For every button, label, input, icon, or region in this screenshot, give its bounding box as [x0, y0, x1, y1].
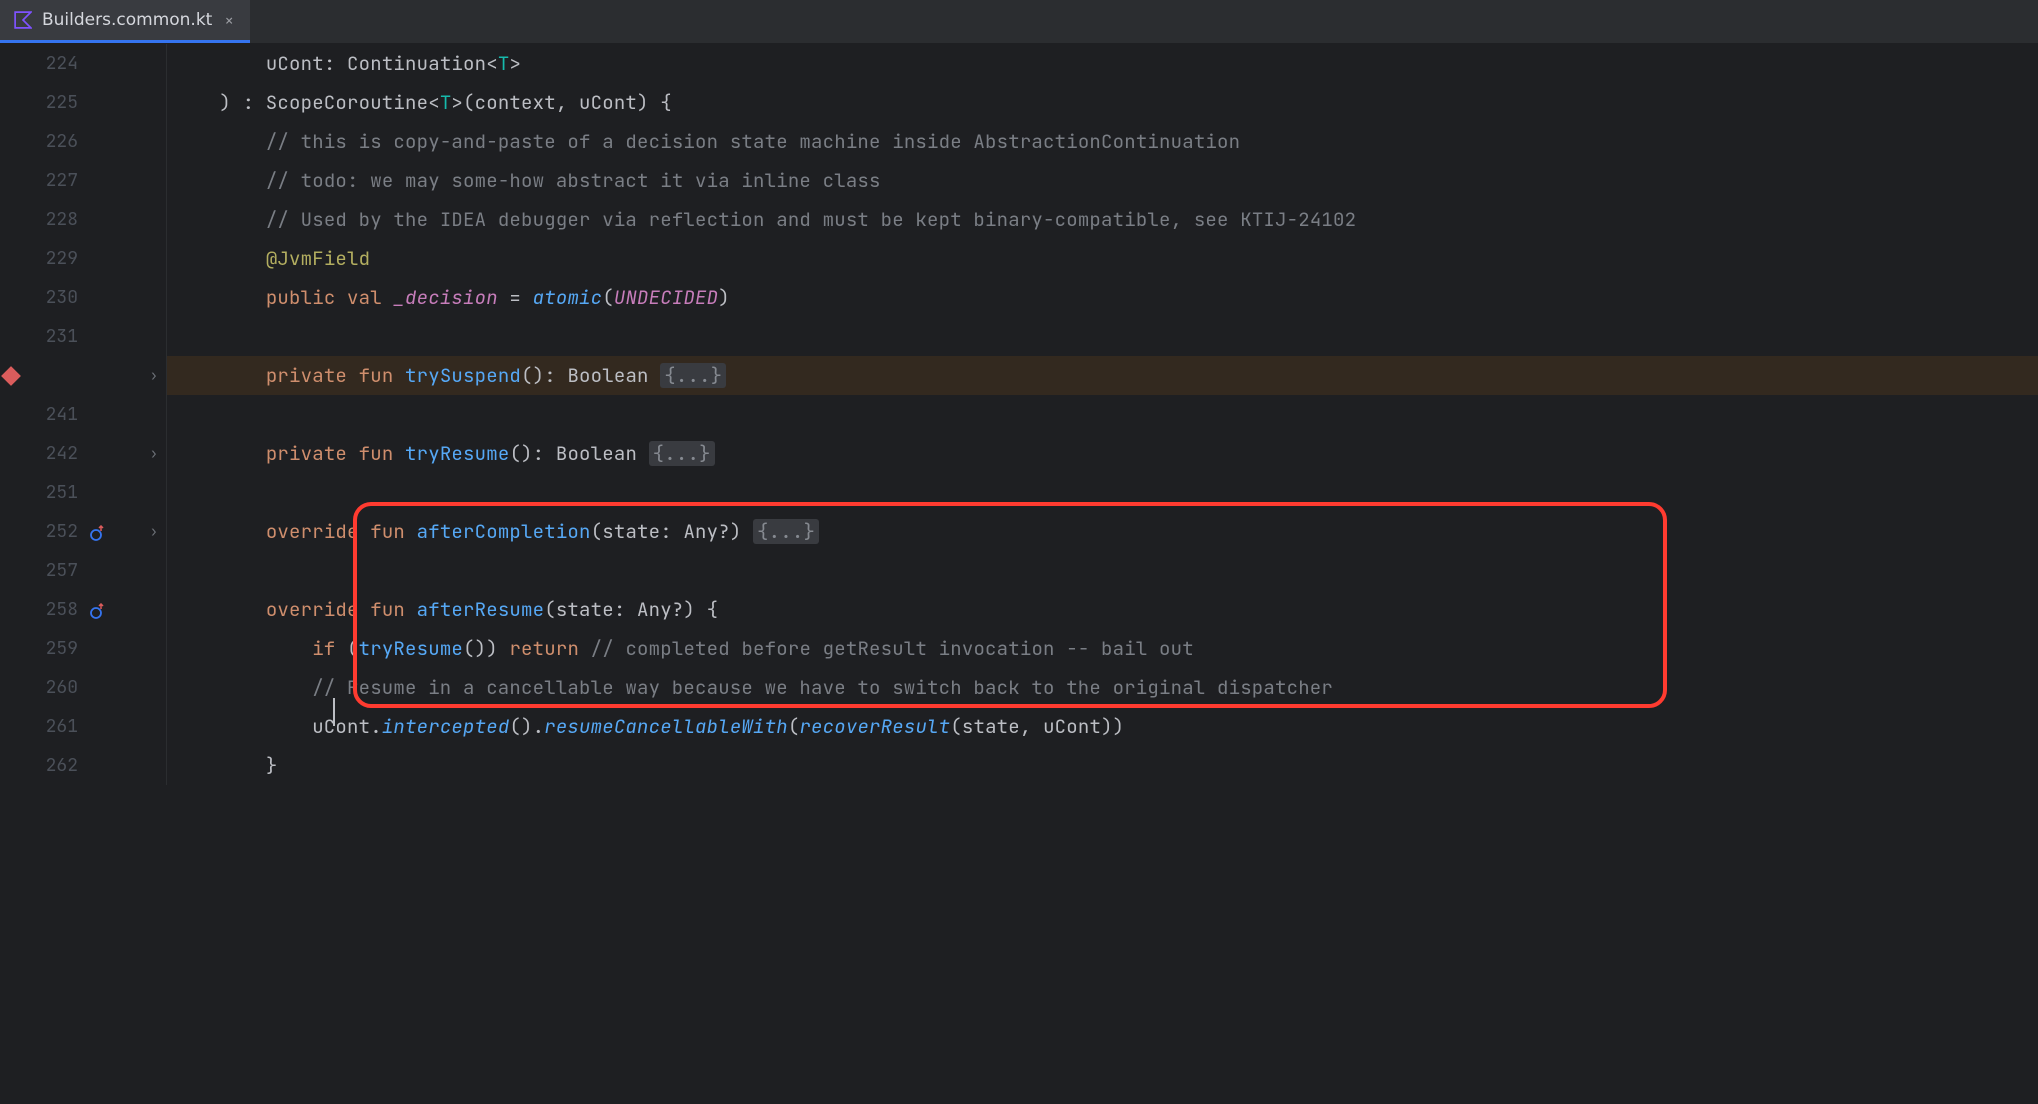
override-icon[interactable]	[90, 602, 106, 618]
code-line	[167, 317, 2038, 356]
code-line: // this is copy-and-paste of a decision …	[167, 122, 2038, 161]
code-line	[167, 473, 2038, 512]
code-line: uCont.intercepted().resumeCancellableWit…	[167, 707, 2038, 746]
line-number: 242	[0, 442, 86, 465]
line-number: 225	[0, 91, 86, 114]
code-line: // todo: we may some-how abstract it via…	[167, 161, 2038, 200]
code-line: ) : ScopeCoroutine<T>(context, uCont) {	[167, 83, 2038, 122]
code-line: @JvmField	[167, 239, 2038, 278]
code-line: override fun afterResume(state: Any?) {	[167, 590, 2038, 629]
editor: 224 225 226 227 228 229 230 231 › 241 24…	[0, 44, 2038, 785]
line-number: 261	[0, 715, 86, 738]
code-area[interactable]: uCont: Continuation<T> ) : ScopeCoroutin…	[167, 44, 2038, 785]
tab-label: Builders.common.kt	[42, 10, 212, 30]
line-number: 230	[0, 286, 86, 309]
code-line: }	[167, 746, 2038, 785]
line-number: 251	[0, 481, 86, 504]
code-line: override fun afterCompletion(state: Any?…	[167, 512, 2038, 551]
code-line: public val _decision = atomic(UNDECIDED)	[167, 278, 2038, 317]
line-number: 231	[0, 325, 86, 348]
fold-icon[interactable]: ›	[150, 445, 158, 463]
tab-builders-common[interactable]: Builders.common.kt ×	[0, 0, 250, 43]
line-number: 260	[0, 676, 86, 699]
code-line: // Used by the IDEA debugger via reflect…	[167, 200, 2038, 239]
close-icon[interactable]: ×	[222, 10, 236, 31]
gutter: 224 225 226 227 228 229 230 231 › 241 24…	[0, 44, 167, 785]
line-number: 224	[0, 52, 86, 75]
line-number: 228	[0, 208, 86, 231]
breakpoint-icon[interactable]	[1, 366, 21, 386]
text-caret	[333, 698, 335, 726]
line-number: 227	[0, 169, 86, 192]
line-number: 259	[0, 637, 86, 660]
code-line	[167, 551, 2038, 590]
line-number: 262	[0, 754, 86, 777]
line-number: 229	[0, 247, 86, 270]
kotlin-file-icon	[14, 11, 32, 29]
code-line: // Resume in a cancellable way because w…	[167, 668, 2038, 707]
folded-region[interactable]: {...}	[660, 363, 726, 388]
line-number: 258	[0, 598, 86, 621]
tab-bar: Builders.common.kt ×	[0, 0, 2038, 44]
folded-region[interactable]: {...}	[649, 441, 715, 466]
fold-icon[interactable]: ›	[150, 367, 158, 385]
code-line: uCont: Continuation<T>	[167, 44, 2038, 83]
code-line: private fun trySuspend(): Boolean {...}	[167, 356, 2038, 395]
code-line	[167, 395, 2038, 434]
line-number: 257	[0, 559, 86, 582]
fold-icon[interactable]: ›	[150, 523, 158, 541]
code-line: if (tryResume()) return // completed bef…	[167, 629, 2038, 668]
line-number: 252	[0, 520, 86, 543]
line-number: 226	[0, 130, 86, 153]
code-line: private fun tryResume(): Boolean {...}	[167, 434, 2038, 473]
folded-region[interactable]: {...}	[753, 519, 819, 544]
line-number: 241	[0, 403, 86, 426]
override-icon[interactable]	[90, 524, 106, 540]
